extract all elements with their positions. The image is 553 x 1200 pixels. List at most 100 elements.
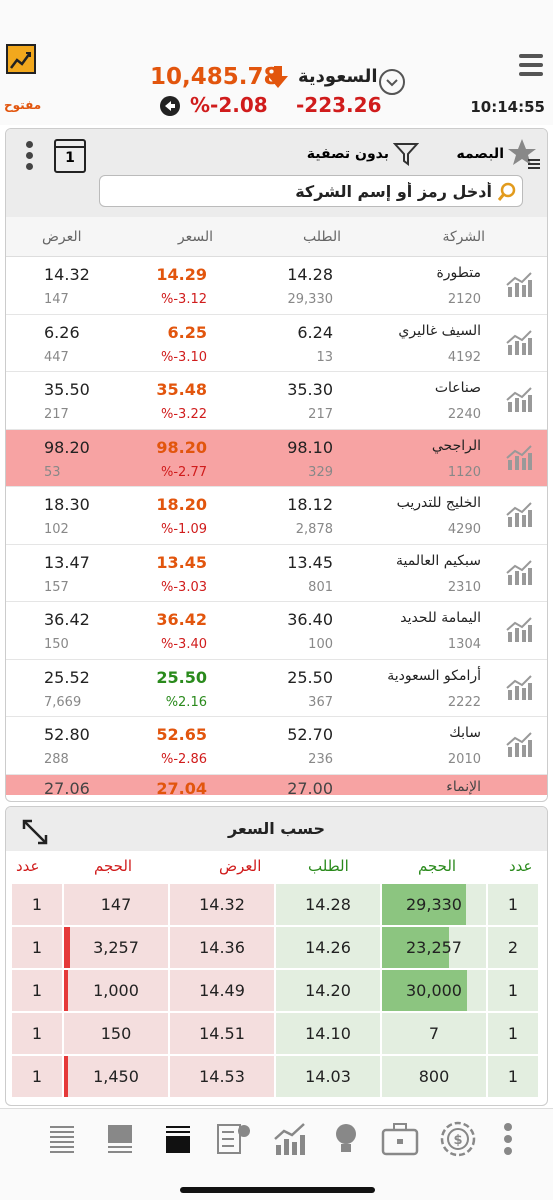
order-book-row[interactable]: 1 147 14.32 14.28 29,330 1 <box>10 882 540 927</box>
table-row[interactable]: متطورة 2120 14.28 29,330 14.29 %-3.12 14.32 147 <box>6 257 547 315</box>
stock-ask: 35.50 <box>44 380 90 399</box>
stock-name: سبكيم العالمية <box>396 552 481 569</box>
market-name[interactable]: السعودية <box>298 66 378 87</box>
stock-chart-icon[interactable] <box>505 559 533 585</box>
stock-code: 2310 <box>447 579 481 595</box>
chart-icon[interactable] <box>270 1119 310 1159</box>
stock-price: 27.04 <box>156 778 207 798</box>
depth-value: 30,000 <box>406 981 462 1000</box>
chevron-down-icon[interactable] <box>379 69 405 95</box>
portfolio-icon[interactable] <box>380 1119 420 1159</box>
stock-volume: 217 <box>308 407 333 422</box>
stock-change-pct: %-3.22 <box>161 407 207 422</box>
table-row[interactable]: اليمامة للحديد 1304 36.40 100 36.42 %-3.40 36.… <box>6 602 547 660</box>
stock-chart-icon[interactable] <box>505 501 533 527</box>
app-logo-icon[interactable] <box>6 44 36 74</box>
depth-sell-count: 1 <box>10 1011 64 1056</box>
currency-icon[interactable]: $ <box>438 1119 478 1159</box>
table-row[interactable]: الراجحي 1120 98.10 329 98.20 %-2.77 98.20 53 <box>6 429 547 487</box>
col-company[interactable]: الشركة <box>442 229 485 245</box>
depth-bid: 14.03 <box>274 1054 382 1099</box>
stock-change-pct: %-3.40 <box>161 637 207 652</box>
depth-bid: 14.28 <box>274 882 382 927</box>
screener-icon[interactable] <box>214 1119 254 1159</box>
stock-ask: 98.20 <box>44 437 90 457</box>
depth-ask: 14.51 <box>168 1011 276 1056</box>
list-compact-icon[interactable] <box>102 1119 142 1159</box>
stock-volume: 329 <box>308 464 333 480</box>
order-book-row[interactable]: 1 3,257 14.36 14.26 23,257 2 <box>10 925 540 970</box>
col-bid[interactable]: الطلب <box>303 229 341 245</box>
stock-name: أرامكو السعودية <box>387 667 481 684</box>
calendar-icon[interactable]: 1 <box>54 139 86 173</box>
stock-chart-icon[interactable] <box>505 386 533 412</box>
depth-value: 1 <box>507 895 519 914</box>
back-arrow-icon[interactable] <box>160 96 180 116</box>
bottom-tab-bar: $ <box>0 1108 553 1200</box>
depth-value: 14.32 <box>199 895 245 914</box>
order-book-row[interactable]: 1 1,000 14.49 14.20 30,000 1 <box>10 968 540 1013</box>
stock-chart-icon[interactable] <box>505 616 533 642</box>
filter-button[interactable]: بدون تصفية <box>299 137 419 171</box>
depth-ask: 14.53 <box>168 1054 276 1099</box>
more-options-icon[interactable] <box>26 141 34 174</box>
depth-value: 14.26 <box>305 938 351 957</box>
stock-bid: 35.30 <box>287 380 333 399</box>
search-box[interactable] <box>99 175 523 207</box>
stock-trades: 147 <box>44 292 69 307</box>
col-ask[interactable]: العرض <box>42 229 82 245</box>
stock-bid: 98.10 <box>287 437 333 457</box>
stock-price: 18.20 <box>156 495 207 514</box>
stock-bid: 25.50 <box>287 667 333 687</box>
search-input[interactable] <box>112 179 492 203</box>
depth-title[interactable]: حسب السعر <box>6 819 547 838</box>
stock-chart-icon[interactable] <box>505 731 533 757</box>
stock-price: 52.65 <box>156 725 207 744</box>
stock-price: 35.48 <box>156 380 207 399</box>
depth-value: 1 <box>31 1067 43 1086</box>
stock-trades: 217 <box>44 407 69 422</box>
stock-bid: 13.45 <box>287 552 333 572</box>
depth-buy-count: 1 <box>486 1011 540 1056</box>
stock-chart-icon[interactable] <box>505 444 533 470</box>
table-row[interactable]: أرامكو السعودية 2222 25.50 367 25.50 %2.16 25.… <box>6 659 547 717</box>
depth-value: 29,330 <box>406 895 462 914</box>
stock-change-pct: %-3.10 <box>161 349 207 365</box>
order-book-row[interactable]: 1 150 14.51 14.10 7 1 <box>10 1011 540 1056</box>
more-icon[interactable] <box>496 1119 536 1159</box>
depth-value: 23,257 <box>406 938 462 957</box>
list-icon[interactable] <box>44 1119 84 1159</box>
sell-count-header: عدد <box>16 857 40 875</box>
stock-bid: 27.00 <box>287 778 333 798</box>
table-row[interactable]: سابك 2010 52.70 236 52.65 %-2.86 52.80 288 <box>6 717 547 775</box>
depth-value: 14.51 <box>199 1024 245 1043</box>
favorite-label: البصمه <box>456 146 504 162</box>
col-price[interactable]: السعر <box>178 229 213 245</box>
stock-chart-icon[interactable] <box>505 674 533 700</box>
stock-volume: 2,878 <box>295 522 333 537</box>
watchlist-column-headers: الشركة الطلب السعر العرض <box>6 217 547 257</box>
menu-icon[interactable] <box>519 54 543 81</box>
stock-chart-icon[interactable] <box>505 329 533 355</box>
stock-chart-icon[interactable] <box>505 271 533 297</box>
depth-icon[interactable] <box>160 1119 200 1159</box>
order-book-row[interactable]: 1 1,450 14.53 14.03 800 1 <box>10 1054 540 1099</box>
clock: 10:14:55 <box>470 98 545 116</box>
market-depth-panel: حسب السعر عدد الحجم العرض الطلب الحجم عد… <box>5 806 548 1106</box>
table-row[interactable]: سبكيم العالمية 2310 13.45 801 13.45 %-3.03 13.… <box>6 544 547 602</box>
favorite-list-button[interactable]: البصمه <box>422 137 542 171</box>
stock-change-pct: %2.16 <box>165 694 207 710</box>
table-row[interactable]: صناعات 2240 35.30 217 35.48 %-3.22 35.50 217 <box>6 372 547 430</box>
depth-value: 800 <box>418 1067 450 1086</box>
table-row[interactable]: الخليج للتدريب 4290 18.12 2,878 18.20 %-1.09 1… <box>6 487 547 545</box>
app-header: مفتوح 10,485.78 السعودية %-2.08 -223.26 … <box>0 0 553 125</box>
stock-name: اليمامة للحديد <box>400 610 481 626</box>
table-row[interactable]: السيف غاليري 4192 6.24 13 6.25 %-3.10 6.26 447 <box>6 314 547 372</box>
stock-bid: 18.12 <box>287 495 333 514</box>
stock-ask: 25.52 <box>44 667 90 687</box>
ideas-icon[interactable] <box>326 1119 366 1159</box>
stock-ask: 27.06 <box>44 778 90 798</box>
table-row-partial[interactable]: الإنماء 27.00 27.04 27.06 <box>6 774 547 798</box>
depth-value: 1 <box>507 981 519 1000</box>
filter-label: بدون تصفية <box>306 146 389 162</box>
